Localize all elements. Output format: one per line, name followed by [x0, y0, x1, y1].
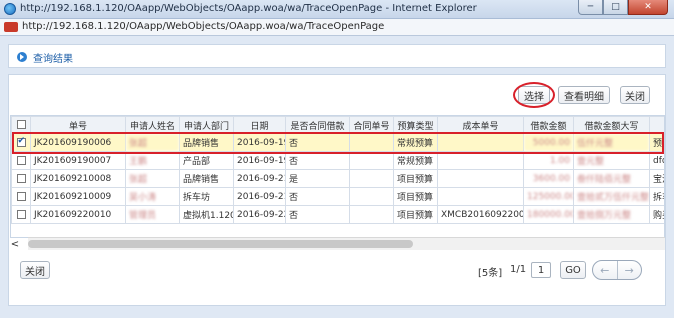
selected-row-highlight	[12, 132, 664, 154]
footer-close-button[interactable]: 关闭	[20, 261, 50, 279]
table-cell: 项目预算	[393, 169, 438, 188]
table-cell: XMCB201609220008	[437, 205, 524, 224]
column-header[interactable]: 申请人部门	[179, 116, 234, 134]
table-cell: 壹拾贰万伍仟元整	[573, 187, 650, 206]
table-cell: 2016-09-21	[233, 169, 286, 188]
close-button[interactable]: 关闭	[620, 86, 650, 104]
column-header[interactable]: 预算类型	[393, 116, 438, 134]
page-number-input[interactable]: 1	[531, 262, 551, 278]
column-header[interactable]: 合同单号	[349, 116, 394, 134]
table-cell: 是	[285, 169, 350, 188]
table-cell: JK201609190007	[30, 151, 126, 170]
table-header-row: 单号 申请人姓名 申请人部门 日期 是否合同借款 合同单号 预算类型 成本单号 …	[11, 116, 664, 134]
table-cell: 壹拾捌万元整	[573, 205, 650, 224]
column-header[interactable]: 借款金额	[523, 116, 574, 134]
row-checkbox-cell[interactable]	[11, 169, 31, 188]
table-cell: 项目预算	[393, 187, 438, 206]
row-checkbox[interactable]	[16, 191, 26, 201]
table-cell: 管理员	[125, 205, 180, 224]
table-cell: 3600.00	[523, 169, 574, 188]
column-header[interactable]	[649, 116, 664, 134]
table-cell	[349, 151, 394, 170]
table-cell: 项目预算	[393, 205, 438, 224]
column-header[interactable]: 借款金额大写	[573, 116, 650, 134]
table-cell: 125000.00	[523, 187, 574, 206]
table-cell: 常规预算	[393, 151, 438, 170]
row-checkbox-cell[interactable]	[11, 151, 31, 170]
play-circle-icon	[17, 52, 27, 62]
table-cell: 否	[285, 187, 350, 206]
address-bar: http://192.168.1.120/OAapp/WebObjects/OA…	[0, 19, 674, 36]
page-indicator: 1/1	[510, 264, 527, 275]
table-cell: 2016-09-22	[233, 205, 286, 224]
table-cell: 叁仟陆佰元整	[573, 169, 650, 188]
table-cell: dfd	[649, 151, 664, 170]
scroll-left-arrow[interactable]: <	[8, 238, 22, 251]
page-nav: ← →	[592, 260, 642, 280]
window-title: http://192.168.1.120/OAapp/WebObjects/OA…	[20, 3, 477, 14]
ie-logo-icon	[4, 3, 16, 15]
table-cell: 王鹏	[125, 151, 180, 170]
table-cell: 产品部	[179, 151, 234, 170]
window-title-bar: http://192.168.1.120/OAapp/WebObjects/OA…	[0, 0, 674, 19]
table-cell	[349, 169, 394, 188]
table-cell: 否	[285, 151, 350, 170]
go-button[interactable]: GO	[560, 261, 586, 279]
horizontal-scrollbar[interactable]: <	[11, 237, 665, 250]
column-header[interactable]: 单号	[30, 116, 126, 134]
scroll-thumb[interactable]	[28, 240, 413, 248]
table-cell: 壹元整	[573, 151, 650, 170]
column-header[interactable]: 日期	[233, 116, 286, 134]
table-cell	[349, 187, 394, 206]
table-cell: 否	[285, 205, 350, 224]
section-header: 查询结果	[8, 44, 666, 68]
row-checkbox[interactable]	[16, 173, 26, 183]
table-cell	[437, 187, 524, 206]
column-header[interactable]: 申请人姓名	[125, 116, 180, 134]
table-cell: 虚拟机1.120	[179, 205, 234, 224]
table-cell: 1.00	[523, 151, 574, 170]
table-cell	[437, 169, 524, 188]
table-cell: 购买车	[649, 205, 664, 224]
table-cell: 2016-09-19	[233, 151, 286, 170]
table-cell: 宝沃折	[649, 169, 664, 188]
row-checkbox-cell[interactable]	[11, 205, 31, 224]
table-row[interactable]: JK201609220010 管理员 虚拟机1.120 2016-09-22 否 项目预算…	[11, 205, 664, 224]
row-checkbox[interactable]	[16, 209, 26, 219]
table-cell: 品牌销售	[179, 169, 234, 188]
table-cell: 吴小涛	[125, 187, 180, 206]
maximize-button[interactable]: □	[603, 0, 628, 15]
select-all-checkbox[interactable]	[16, 120, 26, 129]
next-page-arrow-icon[interactable]: →	[616, 261, 642, 279]
table-cell	[437, 151, 524, 170]
page-icon	[4, 22, 18, 32]
section-title: 查询结果	[33, 54, 73, 65]
row-checkbox[interactable]	[16, 155, 26, 165]
row-checkbox-cell[interactable]	[11, 187, 31, 206]
table-cell: 180000.00	[523, 205, 574, 224]
view-detail-button[interactable]: 查看明细	[558, 86, 610, 104]
table-row[interactable]: JK201609210008 张超 品牌销售 2016-09-21 是 项目预算 3600.…	[11, 169, 664, 188]
table-cell	[349, 205, 394, 224]
table-cell: JK201609220010	[30, 205, 126, 224]
table-cell: 张超	[125, 169, 180, 188]
table-cell: 拆车坊	[649, 187, 664, 206]
prev-page-arrow-icon[interactable]: ←	[593, 261, 617, 279]
table-row[interactable]: JK201609190007 王鹏 产品部 2016-09-19 否 常规预算 1.00 壹元…	[11, 151, 664, 170]
select-highlight-oval	[513, 82, 555, 108]
table-cell: JK201609210009	[30, 187, 126, 206]
table-cell: 2016-09-21	[233, 187, 286, 206]
address-url[interactable]: http://192.168.1.120/OAapp/WebObjects/OA…	[22, 21, 384, 32]
table-cell: 拆车坊	[179, 187, 234, 206]
column-header[interactable]: 是否合同借款	[285, 116, 350, 134]
total-count: [5条]	[478, 268, 503, 279]
table-cell: JK201609210008	[30, 169, 126, 188]
close-window-button[interactable]: ✕	[628, 0, 668, 15]
table-row[interactable]: JK201609210009 吴小涛 拆车坊 2016-09-21 否项目预算 12500…	[11, 187, 664, 206]
column-header[interactable]: 成本单号	[437, 116, 524, 134]
minimize-button[interactable]: ─	[578, 0, 603, 15]
select-all-header[interactable]	[11, 116, 31, 134]
